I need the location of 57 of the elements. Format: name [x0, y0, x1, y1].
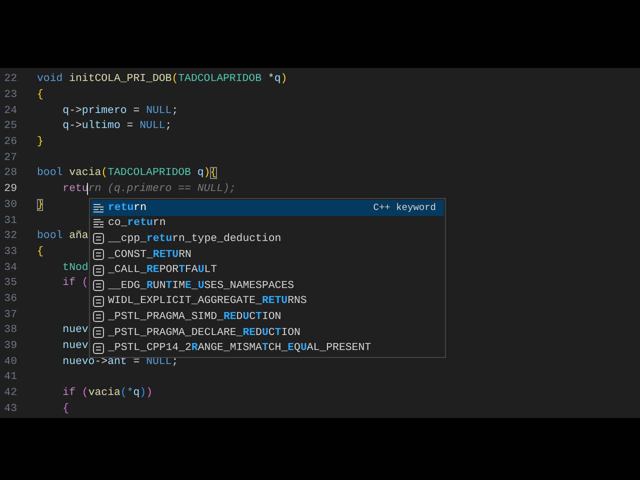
line-number: 23 [3, 88, 17, 104]
line-number: 25 [3, 119, 17, 134]
line-number: 35 [3, 276, 17, 292]
suggestion-item[interactable]: return C++ keyword [91, 200, 444, 216]
item-detail: C++ keyword [373, 200, 436, 215]
line-number: 24 [3, 104, 17, 119]
line-number: 32 [3, 229, 17, 244]
line-number: 36 [3, 292, 17, 307]
line-number: 42 [3, 386, 17, 402]
suggestion-item[interactable]: co_return [91, 216, 444, 232]
code-line: { [37, 244, 44, 260]
suggestion-item[interactable]: _PSTL_PRAGMA_DECLARE_REDUCTION [91, 324, 444, 340]
line-number: 38 [3, 323, 17, 338]
code-line: q->ultimo = NULL; [62, 119, 172, 134]
code-line: if (vacia(*q)) [62, 386, 153, 402]
code-line: q->primero = NULL; [62, 104, 178, 119]
line-number: 40 [3, 354, 17, 370]
suggestion-item[interactable]: __EDG_RUNTIME_USES_NAMESPACES [91, 278, 444, 294]
text-lines-icon [93, 218, 104, 228]
code-line: void initCOLA_PRI_DOB(TADCOLAPRIDOB *q) [37, 72, 288, 88]
suggestion-item[interactable]: __cpp_return_type_deduction [91, 231, 444, 247]
line-number: 29 [3, 182, 17, 198]
square-icon [93, 296, 104, 307]
line-number: 31 [3, 214, 17, 229]
line-number: 27 [3, 150, 17, 166]
line-number: 30 [3, 198, 17, 213]
code-line: nuev [62, 323, 88, 338]
square-icon [93, 280, 104, 292]
code-line: tNod [62, 260, 88, 276]
line-number: 43 [3, 402, 17, 417]
square-icon [93, 249, 104, 260]
line-number: 22 [3, 72, 17, 88]
line-number: 33 [3, 244, 17, 260]
code-line: bool aña [37, 229, 88, 244]
line-number: 39 [3, 339, 17, 354]
suggestion-item[interactable]: _PSTL_PRAGMA_SIMD_REDUCTION [91, 309, 444, 325]
code-line: } [37, 135, 44, 150]
line-number: 41 [3, 370, 17, 386]
square-icon [93, 342, 104, 354]
square-icon [93, 233, 104, 244]
code-line: nuev [62, 339, 88, 354]
code-line: if ( [62, 276, 88, 292]
square-icon [93, 264, 104, 276]
suggestion-item[interactable]: WIDL_EXPLICIT_AGGREGATE_RETURNS [91, 294, 444, 310]
line-number: 26 [3, 135, 17, 150]
text-lines-icon [93, 202, 104, 213]
code-line: { [62, 402, 70, 417]
square-icon [93, 311, 104, 322]
suggestion-item[interactable]: _CALL_REPORTFAULT [91, 262, 444, 278]
code-line: { [37, 88, 44, 104]
suggestion-item[interactable]: _CONST_RETURN [91, 246, 444, 262]
line-number: 34 [3, 260, 17, 276]
line-number: 37 [3, 308, 17, 323]
suggestion-item[interactable]: _PSTL_CPP14_2RANGE_MISMATCH_EQUAL_PRESENT [91, 340, 444, 356]
square-icon [93, 327, 104, 338]
line-number: 28 [3, 166, 17, 182]
code-editor[interactable] [0, 68, 640, 418]
